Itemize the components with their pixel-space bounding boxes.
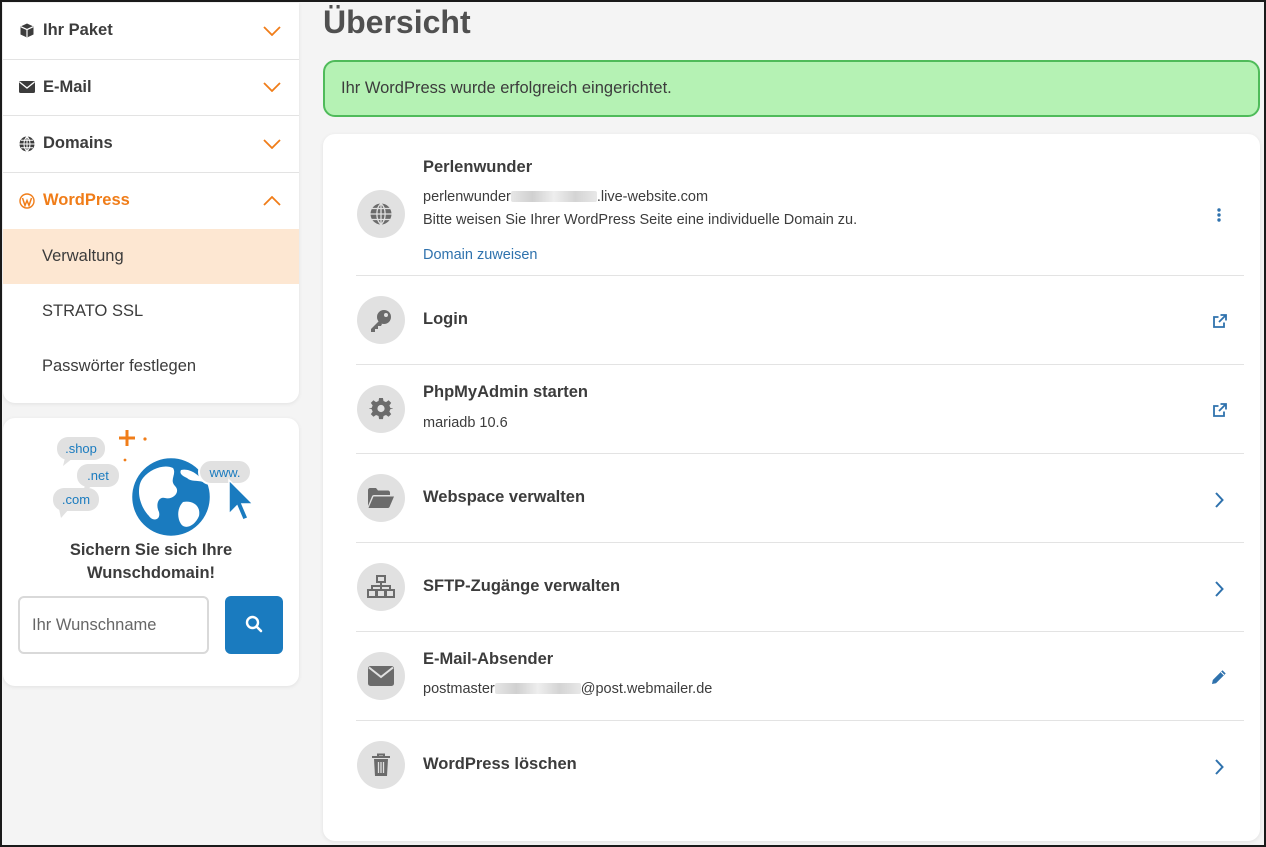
domain-promo-card: .shop .net .com www. Sichern Sie sich Ih… [3, 418, 299, 686]
bubble-text: .shop [65, 441, 97, 456]
delete-wordpress-row[interactable]: WordPress löschen [323, 721, 1260, 810]
promo-title-line: Wunschdomain! [86, 564, 216, 582]
overview-card: Perlenwunder perlenwunder .live-website.c… [323, 134, 1260, 841]
login-title: Login [423, 310, 468, 328]
webspace-row[interactable]: Webspace verwalten [323, 454, 1260, 543]
promo-title-line: Sichern Sie sich Ihre [69, 541, 233, 559]
chevron-down-icon [261, 133, 283, 155]
sidebar-section-wordpress[interactable]: WordPress [3, 173, 299, 230]
external-link-icon[interactable] [1208, 310, 1230, 332]
domain-suffix: .live-website.com [596, 189, 709, 205]
sidebar-item-strato-ssl[interactable]: STRATO SSL [3, 284, 299, 339]
sparkle-icon [119, 430, 147, 462]
trash-icon [357, 741, 405, 789]
sidebar-item-verwaltung[interactable]: Verwaltung [3, 229, 299, 284]
pencil-icon[interactable] [1208, 666, 1230, 688]
sidebar-section-ihr-paket[interactable]: Ihr Paket [3, 3, 299, 60]
chevron-down-icon [261, 76, 283, 98]
chevron-right-icon[interactable] [1208, 756, 1230, 778]
envelope-icon [19, 79, 35, 95]
sidebar-section-label: Domains [43, 134, 113, 153]
bubble-text: .com [62, 492, 90, 507]
db-version: mariadb 10.6 [423, 415, 508, 431]
key-icon [357, 296, 405, 344]
chevron-right-icon[interactable] [1208, 489, 1230, 511]
globe-icon [19, 135, 35, 152]
sidebar-item-passwoerter[interactable]: Passwörter festlegen [3, 339, 299, 394]
network-icon [357, 563, 405, 611]
webspace-title: Webspace verwalten [423, 488, 586, 506]
box-icon [19, 23, 35, 39]
www-bubble: www. [198, 459, 252, 485]
search-icon [245, 615, 263, 636]
email-prefix: postmaster [423, 681, 495, 697]
chevron-right-icon[interactable] [1208, 578, 1230, 600]
gear-icon [357, 385, 405, 433]
page-title: Übersicht [323, 4, 471, 40]
domain-search-input[interactable] [18, 596, 209, 654]
email-suffix: @post.webmailer.de [580, 681, 713, 697]
assign-domain-link[interactable]: Domain zuweisen [423, 247, 537, 263]
email-sender-address: postmaster @post.webmailer.de [423, 681, 712, 697]
delete-title: WordPress löschen [423, 755, 577, 773]
promo-title: Sichern Sie sich Ihre Wunschdomain! [3, 539, 299, 585]
sidebar-section-label: E-Mail [43, 77, 92, 96]
com-bubble: .com [53, 488, 99, 518]
sidebar-section-domains[interactable]: Domains [3, 116, 299, 173]
sidebar-section-label: Ihr Paket [43, 21, 113, 40]
sftp-title: SFTP-Zugänge verwalten [423, 577, 621, 595]
domain-note: Bitte weisen Sie Ihrer WordPress Seite e… [423, 212, 858, 228]
email-sender-row: E-Mail-Absender postmaster @post.webmaile… [323, 632, 1260, 721]
external-link-icon[interactable] [1208, 399, 1230, 421]
redacted-text [510, 191, 597, 202]
phpmyadmin-title: PhpMyAdmin starten [423, 383, 589, 401]
sidebar-section-email[interactable]: E-Mail [3, 60, 299, 116]
sidebar-section-label: WordPress [43, 191, 130, 210]
email-sender-title: E-Mail-Absender [423, 650, 554, 668]
folder-open-icon [357, 474, 405, 522]
site-row: Perlenwunder perlenwunder .live-website.c… [323, 134, 1260, 276]
bubble-text: .net [87, 468, 109, 483]
shop-bubble: .shop [57, 437, 105, 466]
success-alert: Ihr WordPress wurde erfolgreich eingeric… [323, 60, 1260, 117]
redacted-text [494, 683, 581, 694]
site-title: Perlenwunder [423, 158, 533, 176]
more-vertical-icon[interactable] [1208, 204, 1230, 226]
envelope-icon [357, 652, 405, 700]
chevron-up-icon [261, 190, 283, 212]
bubble-text: www. [208, 465, 240, 480]
wordpress-icon [19, 193, 35, 209]
login-row[interactable]: Login [323, 276, 1260, 365]
cursor-icon [228, 478, 255, 521]
domain-search-button[interactable] [225, 596, 283, 654]
site-domain: perlenwunder .live-website.com [423, 189, 708, 205]
domain-illustration-icon: .shop .net .com www. [53, 430, 255, 539]
domain-prefix: perlenwunder [423, 189, 511, 205]
chevron-down-icon [261, 20, 283, 42]
globe-icon [357, 190, 405, 238]
phpmyadmin-row[interactable]: PhpMyAdmin starten mariadb 10.6 [323, 365, 1260, 454]
sftp-row[interactable]: SFTP-Zugänge verwalten [323, 543, 1260, 632]
sidebar-nav: Ihr Paket E-Mail Domains WordPress Verwa… [3, 3, 299, 403]
